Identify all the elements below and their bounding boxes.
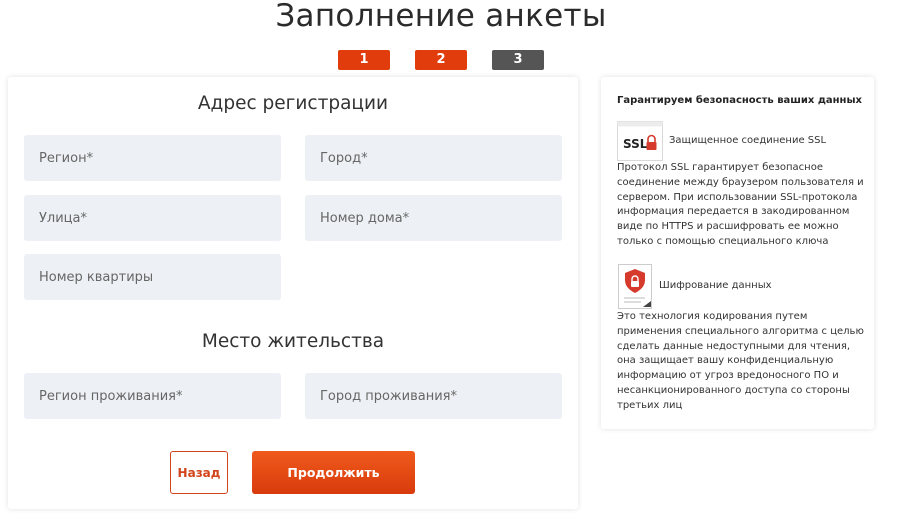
- continue-button[interactable]: Продолжить: [252, 451, 415, 494]
- registration-section-title: Адрес регистрации: [197, 93, 389, 114]
- page-title: Заполнение анкеты: [275, 0, 607, 34]
- registration-region-input[interactable]: [24, 135, 281, 181]
- residence-region-input[interactable]: [24, 373, 281, 419]
- step-1-badge: 1 шаг: [338, 50, 390, 87]
- encrypted-document-icon: [617, 263, 655, 311]
- ssl-label: Защищенное соединение SSL: [669, 135, 827, 146]
- registration-city-input[interactable]: [305, 135, 562, 181]
- ssl-description: Протокол SSL гарантирует безопасное соед…: [617, 162, 864, 247]
- address-form-card: Адрес регистрации Место жительства Назад…: [8, 77, 578, 509]
- step-3-badge: 3 шаг: [492, 50, 544, 87]
- registration-street-input[interactable]: [24, 195, 281, 241]
- encryption-description: Это технология кодирования путем примене…: [617, 311, 864, 411]
- back-button[interactable]: Назад: [170, 451, 228, 494]
- registration-house-number-input[interactable]: [305, 195, 562, 241]
- residence-section-title: Место жительства: [201, 331, 385, 352]
- svg-text:SSL: SSL: [623, 137, 648, 151]
- residence-city-input[interactable]: [305, 373, 562, 419]
- encryption-label: Шифрование данных: [659, 280, 772, 291]
- step-2-badge: 2 шаг: [415, 50, 467, 87]
- security-info-card: Гарантируем безопасность ваших данных SS…: [601, 77, 874, 429]
- registration-apartment-number-input[interactable]: [24, 254, 281, 300]
- ssl-lock-icon: SSL: [617, 121, 663, 161]
- security-title: Гарантируем безопасность ваших данных: [617, 95, 862, 106]
